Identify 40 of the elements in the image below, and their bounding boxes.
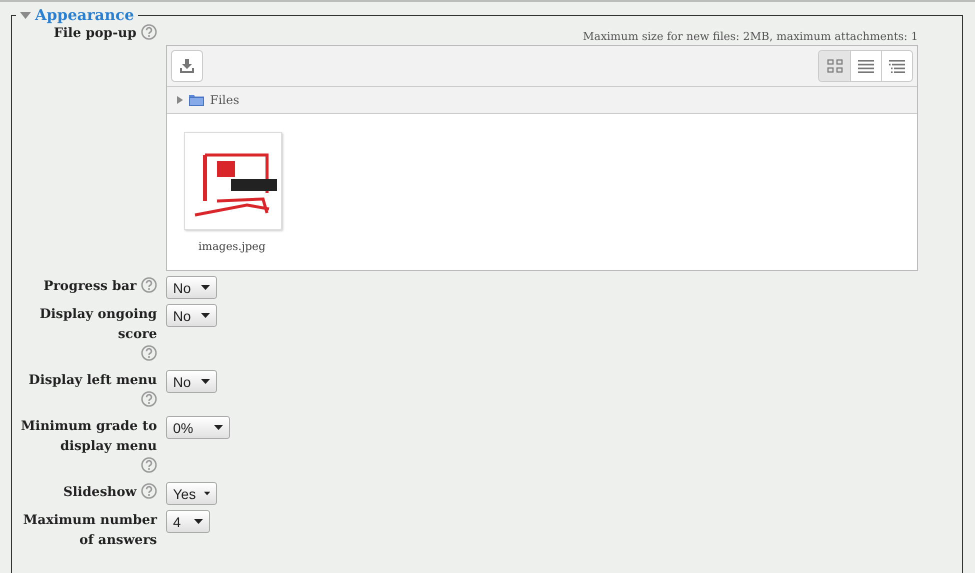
help-icon[interactable] — [141, 277, 157, 293]
help-icon[interactable] — [141, 483, 157, 499]
field-label: Slideshow — [63, 484, 136, 502]
expand-arrow-icon — [177, 96, 183, 104]
download-icon — [179, 58, 195, 74]
field-label: Maximum number of answers — [22, 512, 157, 550]
caret-icon — [201, 379, 210, 384]
folder-icon — [189, 94, 204, 106]
view-button[interactable] — [881, 51, 912, 81]
help-icon[interactable] — [141, 457, 157, 473]
dropdown[interactable]: No — [166, 304, 217, 327]
folder-path-link[interactable]: Files — [210, 93, 240, 107]
field-label: File pop-up — [54, 25, 136, 43]
caret-icon — [20, 12, 31, 18]
help-icon[interactable] — [141, 24, 157, 40]
file-name: images.jpeg — [197, 240, 267, 253]
tree-list-icon — [889, 60, 905, 72]
dropdown[interactable]: No — [166, 370, 217, 393]
view-button[interactable] — [850, 51, 881, 81]
download-button[interactable] — [171, 50, 203, 82]
dropdown[interactable]: No — [166, 276, 217, 299]
grid-icon — [826, 59, 842, 73]
limits-text: Maximum size for new files: 2MB, maximum attachments: 1 — [582, 30, 918, 44]
help-icon[interactable] — [141, 391, 157, 407]
dropdown[interactable]: 0% — [166, 416, 230, 439]
help-icon[interactable] — [141, 345, 157, 361]
field-label: Minimum grade to display menu — [20, 418, 157, 456]
caret-icon — [194, 519, 203, 524]
caret-icon — [201, 285, 210, 290]
caret-icon — [201, 313, 210, 318]
dropdown[interactable]: 4 — [166, 510, 210, 533]
caret-icon — [204, 491, 210, 496]
field-label: Display left menu — [28, 372, 157, 390]
caret-icon — [214, 425, 223, 430]
dropdown[interactable]: Yes — [166, 482, 217, 505]
field-label: Display ongoing score — [38, 306, 157, 344]
image-thumbnail[interactable] — [184, 132, 282, 230]
list-icon — [858, 60, 874, 72]
view-button[interactable] — [819, 51, 850, 81]
field-label: Progress bar — [43, 278, 136, 296]
